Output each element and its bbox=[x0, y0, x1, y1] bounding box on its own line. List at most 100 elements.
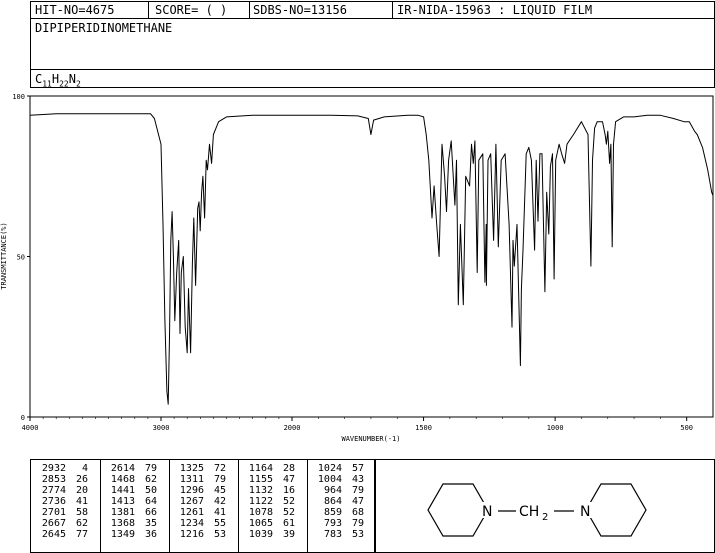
peak-transmittance: 79 bbox=[144, 463, 157, 474]
peak-transmittance: 4 bbox=[81, 463, 88, 474]
peak-row: 1381 66 bbox=[105, 507, 157, 518]
x-axis-label: WAVENUMBER(-1) bbox=[341, 435, 400, 443]
peak-transmittance: 47 bbox=[282, 474, 295, 485]
peak-transmittance: 66 bbox=[144, 507, 157, 518]
methylene-ch: CH bbox=[519, 504, 539, 520]
peak-row: 2853 26 bbox=[36, 474, 88, 485]
peak-wavenumber: 2774 bbox=[41, 485, 66, 496]
left-piperidine-ring bbox=[427, 483, 489, 537]
peak-row: 2701 58 bbox=[36, 507, 88, 518]
peak-wavenumber: 2736 bbox=[41, 496, 66, 507]
peak-wavenumber: 1381 bbox=[110, 507, 135, 518]
peak-wavenumber: 2701 bbox=[41, 507, 66, 518]
peak-column: 1024 57 1004 43 964 79 864 47 859 68 793 79 783 53 bbox=[312, 463, 364, 540]
peak-column: 2614 79 1468 62 1441 50 1413 64 1381 66 1368 35 1349… bbox=[105, 463, 157, 540]
peak-row: 1234 55 bbox=[174, 518, 226, 529]
peak-wavenumber: 1122 bbox=[248, 496, 273, 507]
y-tick-label: 100 bbox=[12, 93, 25, 101]
compound-name-box: DIPIPERIDINOMETHANE bbox=[30, 18, 715, 70]
y-tick-label: 0 bbox=[21, 414, 25, 422]
peak-column: 2932 4 2853 26 2774 20 2736 41 2701 58 2667 62 2645 7… bbox=[36, 463, 88, 540]
peak-transmittance: 16 bbox=[282, 485, 295, 496]
peak-wavenumber: 783 bbox=[323, 529, 342, 540]
peak-row: 2932 4 bbox=[36, 463, 88, 474]
peak-column: 1325 72 1311 79 1296 45 1267 42 1261 41 1234 55 1216… bbox=[174, 463, 226, 540]
methylene-subscript: 2 bbox=[542, 512, 548, 523]
sdbs-no-label: SDBS-NO=13156 bbox=[253, 3, 347, 17]
peak-transmittance: 42 bbox=[213, 496, 226, 507]
x-tick-label: 2000 bbox=[284, 424, 301, 432]
x-tick-label: 3000 bbox=[153, 424, 170, 432]
peak-transmittance: 52 bbox=[282, 507, 295, 518]
header-bar: HIT-NO=4675 SCORE= ( ) SDBS-NO=13156 IR-… bbox=[30, 1, 715, 19]
peak-row: 1216 53 bbox=[174, 529, 226, 540]
peak-transmittance: 20 bbox=[75, 485, 88, 496]
peak-transmittance: 41 bbox=[213, 507, 226, 518]
peak-wavenumber: 2853 bbox=[41, 474, 66, 485]
header-separator bbox=[392, 2, 393, 19]
peak-column: 1164 28 1155 47 1132 16 1122 52 1078 52 1065 61 1039… bbox=[243, 463, 295, 540]
peak-row: 1155 47 bbox=[243, 474, 295, 485]
peak-row: 1441 50 bbox=[105, 485, 157, 496]
score-label: SCORE= ( ) bbox=[155, 3, 228, 17]
x-tick-label: 500 bbox=[680, 424, 693, 432]
peak-transmittance: 47 bbox=[351, 496, 364, 507]
peak-transmittance: 72 bbox=[213, 463, 226, 474]
compound-name: DIPIPERIDINOMETHANE bbox=[35, 21, 173, 35]
peak-wavenumber: 1004 bbox=[317, 474, 342, 485]
peak-transmittance: 43 bbox=[351, 474, 364, 485]
header-separator bbox=[148, 2, 149, 19]
peak-transmittance: 55 bbox=[213, 518, 226, 529]
peak-wavenumber: 793 bbox=[323, 518, 342, 529]
peak-transmittance: 62 bbox=[144, 474, 157, 485]
y-axis-label: TRANSMITTANCE(%) bbox=[0, 222, 8, 289]
ir-info-label: IR-NIDA-15963 : LIQUID FILM bbox=[397, 3, 593, 17]
peak-wavenumber: 1311 bbox=[179, 474, 204, 485]
peak-wavenumber: 1155 bbox=[248, 474, 273, 485]
peak-row: 1368 35 bbox=[105, 518, 157, 529]
peak-transmittance: 45 bbox=[213, 485, 226, 496]
formula-box: C11H22N2 bbox=[30, 69, 715, 88]
peak-transmittance: 61 bbox=[282, 518, 295, 529]
ir-spectrum-chart: 4000 3000 2000 1500 1000 500 0 50 100 WAVENUMBER(… bbox=[0, 93, 714, 443]
peak-wavenumber: 1078 bbox=[248, 507, 273, 518]
peak-column-separator bbox=[100, 460, 101, 552]
peak-wavenumber: 2614 bbox=[110, 463, 135, 474]
peak-wavenumber: 1132 bbox=[248, 485, 273, 496]
peak-wavenumber: 1468 bbox=[110, 474, 135, 485]
peak-wavenumber: 1216 bbox=[179, 529, 204, 540]
peak-row: 1164 28 bbox=[243, 463, 295, 474]
header-separator bbox=[249, 2, 250, 19]
peak-transmittance: 77 bbox=[75, 529, 88, 540]
peak-transmittance: 36 bbox=[144, 529, 157, 540]
peak-row: 1325 72 bbox=[174, 463, 226, 474]
peak-transmittance: 50 bbox=[144, 485, 157, 496]
peak-row: 1132 16 bbox=[243, 485, 295, 496]
peak-row: 964 79 bbox=[312, 485, 364, 496]
peak-transmittance: 53 bbox=[213, 529, 226, 540]
peak-wavenumber: 2667 bbox=[41, 518, 66, 529]
peak-table: 2932 4 2853 26 2774 20 2736 41 2701 58 2667 62 2645 7… bbox=[31, 460, 376, 553]
x-tick-label: 1000 bbox=[547, 424, 564, 432]
peak-wavenumber: 964 bbox=[323, 485, 342, 496]
peak-row: 2614 79 bbox=[105, 463, 157, 474]
nitrogen-left: N bbox=[482, 504, 492, 520]
peak-row: 1024 57 bbox=[312, 463, 364, 474]
peak-wavenumber: 1234 bbox=[179, 518, 204, 529]
peak-wavenumber: 2932 bbox=[41, 463, 66, 474]
peak-transmittance: 39 bbox=[282, 529, 295, 540]
peak-transmittance: 26 bbox=[75, 474, 88, 485]
peak-row: 1261 41 bbox=[174, 507, 226, 518]
peak-row: 1039 39 bbox=[243, 529, 295, 540]
peak-row: 1413 64 bbox=[105, 496, 157, 507]
structure-box: N CH 2 N bbox=[375, 459, 715, 553]
peak-column-separator bbox=[238, 460, 239, 552]
peak-row: 2645 77 bbox=[36, 529, 88, 540]
peak-row: 1122 52 bbox=[243, 496, 295, 507]
peak-wavenumber: 1039 bbox=[248, 529, 273, 540]
peak-wavenumber: 1368 bbox=[110, 518, 135, 529]
peak-row: 1349 36 bbox=[105, 529, 157, 540]
nitrogen-right: N bbox=[580, 504, 590, 520]
peak-wavenumber: 1325 bbox=[179, 463, 204, 474]
peak-row: 1296 45 bbox=[174, 485, 226, 496]
